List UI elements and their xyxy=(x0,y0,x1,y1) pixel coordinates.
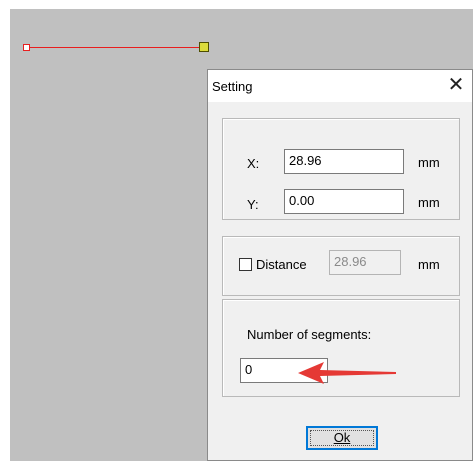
close-icon[interactable]: ✕ xyxy=(444,73,468,97)
setting-dialog: Setting ✕ X: 28.96 mm Y: 0.00 mm Distanc… xyxy=(207,69,473,461)
line-segment[interactable] xyxy=(27,47,203,48)
y-field[interactable]: 0.00 xyxy=(284,189,404,214)
segments-label: Number of segments: xyxy=(247,327,372,342)
distance-label[interactable]: Distance xyxy=(256,257,307,272)
y-unit: mm xyxy=(418,195,440,210)
distance-checkbox[interactable] xyxy=(239,258,252,271)
ok-button-label: Ok xyxy=(333,430,351,445)
coordinates-group: X: 28.96 mm Y: 0.00 mm xyxy=(222,118,460,220)
x-unit: mm xyxy=(418,155,440,170)
ok-button[interactable]: Ok xyxy=(306,426,378,450)
red-arrow-icon xyxy=(298,362,396,384)
x-field[interactable]: 28.96 xyxy=(284,149,404,174)
line-start-handle[interactable] xyxy=(23,44,30,51)
distance-group: Distance 28.96 mm xyxy=(222,236,460,296)
distance-field: 28.96 xyxy=(329,250,401,275)
line-end-handle[interactable] xyxy=(199,42,209,52)
dialog-titlebar: Setting ✕ xyxy=(208,70,472,102)
dialog-title: Setting xyxy=(212,79,253,94)
distance-unit: mm xyxy=(418,257,440,272)
x-label: X: xyxy=(247,156,260,171)
y-label: Y: xyxy=(247,197,259,212)
